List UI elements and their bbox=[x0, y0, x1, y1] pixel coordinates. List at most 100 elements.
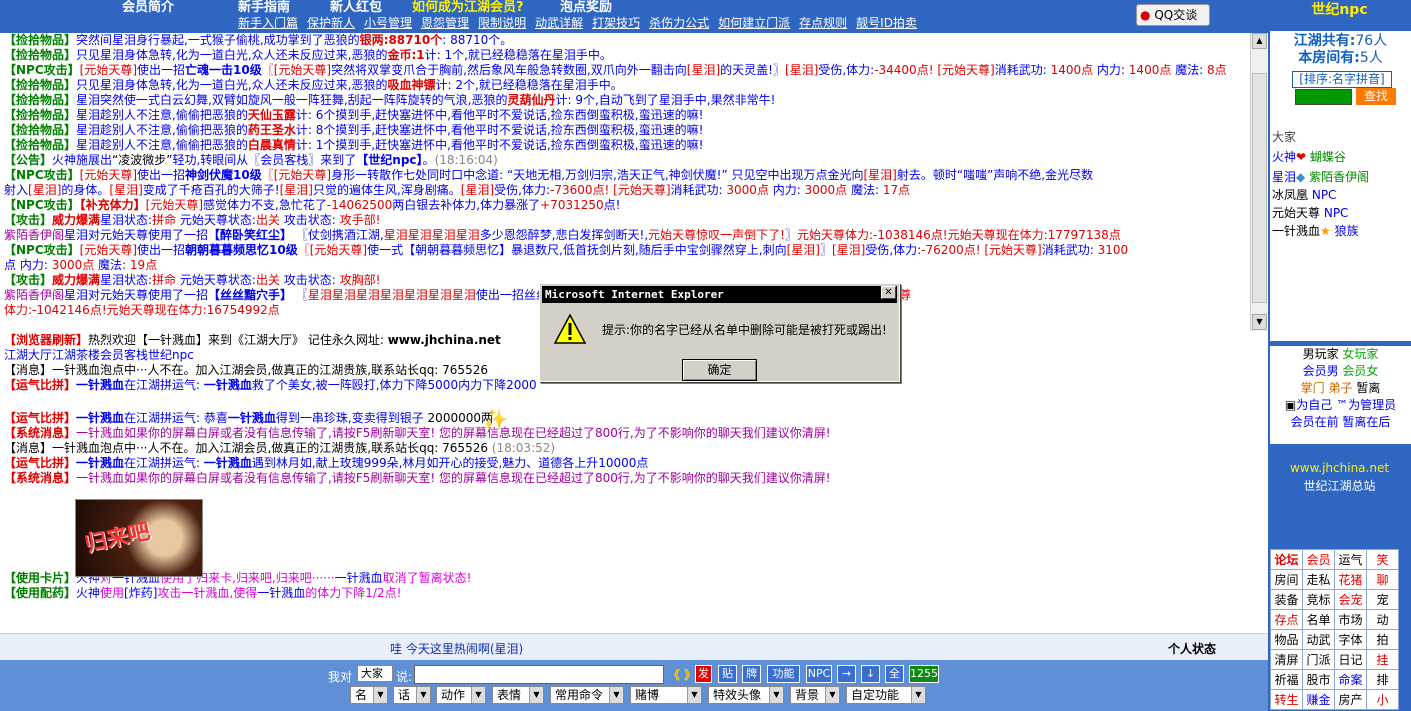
close-icon[interactable]: ✕ bbox=[881, 286, 896, 299]
card-button[interactable]: 牌 bbox=[742, 665, 761, 683]
chat-segment: 一针溅血如果你的屏幕白屏或者没有信息传输了,请按F5刷新聊天室! 您的屏幕信息现… bbox=[76, 426, 831, 440]
chat-segment: 【系统消息】 bbox=[4, 426, 77, 440]
grid-rank[interactable]: 排 bbox=[1366, 669, 1399, 690]
nav-bubble-reward[interactable]: 泡点奖励 bbox=[560, 0, 612, 15]
background-select[interactable]: 背景 ▼ bbox=[790, 686, 840, 704]
nav-newbie-guide[interactable]: 新手指南 bbox=[238, 0, 290, 15]
grid-small[interactable]: 小 bbox=[1366, 689, 1399, 710]
grid-font[interactable]: 字体 bbox=[1334, 629, 1367, 650]
talk-select[interactable]: 话 ▼ bbox=[393, 686, 431, 704]
custom-function-select[interactable]: 自定功能 ▼ bbox=[846, 686, 926, 704]
nav-link[interactable]: 小号管理 bbox=[364, 16, 412, 30]
warning-icon bbox=[554, 314, 586, 344]
grid-forum[interactable]: 论坛 bbox=[1270, 549, 1303, 570]
scroll-thumb[interactable] bbox=[1252, 73, 1267, 303]
grid-hang[interactable]: 挂 bbox=[1366, 649, 1399, 670]
gamble-select[interactable]: 赌博 ▼ bbox=[630, 686, 702, 704]
site-url[interactable]: www.jhchina.net bbox=[1268, 459, 1411, 477]
chat-segment: 突然将双掌变爪合于胸前,然后象风车般急转数圈,双爪向外一翻击向 bbox=[331, 63, 687, 77]
grid-clear[interactable]: 清屏 bbox=[1270, 649, 1303, 670]
chat-segment: 白晨真情 bbox=[247, 138, 296, 152]
grid-property[interactable]: 房产 bbox=[1334, 689, 1367, 710]
user-list-item[interactable]: 星泪◆ 紫陌香伊阁 bbox=[1272, 170, 1369, 184]
nav-link[interactable]: 保护新人 bbox=[307, 16, 355, 30]
ok-button[interactable]: 确定 bbox=[682, 359, 757, 381]
nav-link[interactable]: 动武详解 bbox=[535, 16, 583, 30]
nav-link[interactable]: 如何建立门派 bbox=[718, 16, 790, 30]
nav-link[interactable]: 杀伤力公式 bbox=[649, 16, 709, 30]
nav-link[interactable]: 打架技巧 bbox=[592, 16, 640, 30]
qq-chat-button[interactable]: ● QQ交谈 bbox=[1136, 4, 1210, 26]
name-select[interactable]: 名 ▼ bbox=[350, 686, 388, 704]
grid-list[interactable]: 名单 bbox=[1302, 609, 1335, 630]
action-select[interactable]: 动作 ▼ bbox=[436, 686, 486, 704]
nav-newbie-redpack[interactable]: 新人红包 bbox=[330, 0, 382, 15]
effect-avatar-select[interactable]: 特效头像 ▼ bbox=[708, 686, 784, 704]
function-button[interactable]: 功能 bbox=[767, 665, 800, 683]
personal-status-link[interactable]: 个人状态 bbox=[1168, 640, 1216, 657]
search-button[interactable]: 查找 bbox=[1356, 88, 1396, 105]
grid-save-point[interactable]: 存点 bbox=[1270, 609, 1303, 630]
grid-member[interactable]: 会员 bbox=[1302, 549, 1335, 570]
grid-bid[interactable]: 竞标 bbox=[1302, 589, 1335, 610]
grid-diary[interactable]: 日记 bbox=[1334, 649, 1367, 670]
common-command-select[interactable]: 常用命令 ▼ bbox=[550, 686, 624, 704]
grid-pray[interactable]: 祈福 bbox=[1270, 669, 1303, 690]
send-button[interactable]: 发 bbox=[695, 665, 712, 683]
chat-segment: 轻功,转眼间从〖会员客栈〗来到了 bbox=[172, 153, 357, 167]
grid-murder[interactable]: 命案 bbox=[1334, 669, 1367, 690]
arrow-right-icon[interactable]: → bbox=[837, 665, 856, 683]
grid-rebirth[interactable]: 转生 bbox=[1270, 689, 1303, 710]
emotion-select[interactable]: 表情 ▼ bbox=[492, 686, 544, 704]
grid-items[interactable]: 物品 bbox=[1270, 629, 1303, 650]
nav-link[interactable]: 恩怨管理 bbox=[421, 16, 469, 30]
grid-pig[interactable]: 花猪 bbox=[1334, 569, 1367, 590]
grid-earn-gold[interactable]: 赚金 bbox=[1302, 689, 1335, 710]
grid-auction[interactable]: 拍 bbox=[1366, 629, 1399, 650]
user-list-item[interactable]: 冰凤凰 NPC bbox=[1272, 188, 1336, 202]
chat-segment: 使出一招 bbox=[137, 243, 186, 257]
user-list-item[interactable]: 一针溅血★ 狼族 bbox=[1272, 224, 1359, 238]
nav-member-intro[interactable]: 会员简介 bbox=[122, 0, 174, 15]
user-list-item[interactable]: 火神❤ 蝴蝶谷 bbox=[1272, 150, 1346, 164]
history-arrows[interactable]: 《 》 bbox=[668, 666, 696, 683]
grid-market[interactable]: 市场 bbox=[1334, 609, 1367, 630]
chevron-down-icon: ▼ bbox=[529, 687, 543, 703]
grid-smuggle[interactable]: 走私 bbox=[1302, 569, 1335, 590]
grid-sect[interactable]: 门派 bbox=[1302, 649, 1335, 670]
chat-segment: 突然间星泪身行暴起,一式猴子偷桃,成功掌到了恶狼的 bbox=[76, 33, 360, 47]
grid-member-pet[interactable]: 会宠 bbox=[1334, 589, 1367, 610]
grid-equipment[interactable]: 装备 bbox=[1270, 589, 1303, 610]
chat-message: 点 内力: 3000点 魔法: 19点 bbox=[0, 258, 1250, 273]
nav-how-to-member[interactable]: 如何成为江湖会员? bbox=[412, 0, 524, 15]
grid-pet[interactable]: 宠 bbox=[1366, 589, 1399, 610]
nav-link[interactable]: 限制说明 bbox=[478, 16, 526, 30]
arrow-down-icon[interactable]: ↓ bbox=[861, 665, 880, 683]
user-category[interactable]: 大家 bbox=[1272, 128, 1296, 145]
scroll-up-icon[interactable]: ▲ bbox=[1252, 33, 1267, 49]
message-input[interactable] bbox=[414, 665, 664, 684]
grid-chat[interactable]: 聊 bbox=[1366, 569, 1399, 590]
user-search-input[interactable] bbox=[1295, 89, 1352, 105]
nav-link[interactable]: 存点规则 bbox=[799, 16, 847, 30]
nav-link[interactable]: 新手入门篇 bbox=[238, 16, 298, 30]
npc-button[interactable]: NPC bbox=[806, 665, 832, 683]
post-button[interactable]: 贴 bbox=[718, 665, 737, 683]
chat-message: 【运气比拼】一针溅血在江湖拼运气: 恭喜一针溅血得到一串珍珠,变卖得到银子 20… bbox=[0, 411, 1268, 426]
grid-stock[interactable]: 股市 bbox=[1302, 669, 1335, 690]
sort-option[interactable]: [排序:名字拼音] bbox=[1292, 71, 1392, 88]
chevron-down-icon: ▼ bbox=[416, 687, 430, 703]
grid-luck[interactable]: 运气 bbox=[1334, 549, 1367, 570]
grid-joke[interactable]: 笑 bbox=[1366, 549, 1399, 570]
to-target-select[interactable]: 大家 bbox=[357, 665, 393, 682]
nav-link[interactable]: 靓号ID拍卖 bbox=[856, 16, 917, 30]
chat-segment: 计: 1个摸到手,赶快塞进怀中,看他平时不爱说话,捡东西倒蛮积极,蛮迅速的嘛! bbox=[295, 138, 704, 152]
scroll-down-icon[interactable]: ▼ bbox=[1252, 314, 1267, 330]
grid-move[interactable]: 动 bbox=[1366, 609, 1399, 630]
user-list-item[interactable]: 元始天尊 NPC bbox=[1272, 206, 1348, 220]
grid-room[interactable]: 房间 bbox=[1270, 569, 1303, 590]
all-button[interactable]: 全 bbox=[885, 665, 904, 683]
chat-scrollbar[interactable]: ▲ ▼ bbox=[1250, 33, 1267, 331]
chat-segment: 使一式【朝朝暮暮频思忆】暴退数尺,低首抚剑片刻,随后手中宝剑骤然穿上,刺向 bbox=[367, 243, 787, 257]
grid-fight[interactable]: 动武 bbox=[1302, 629, 1335, 650]
